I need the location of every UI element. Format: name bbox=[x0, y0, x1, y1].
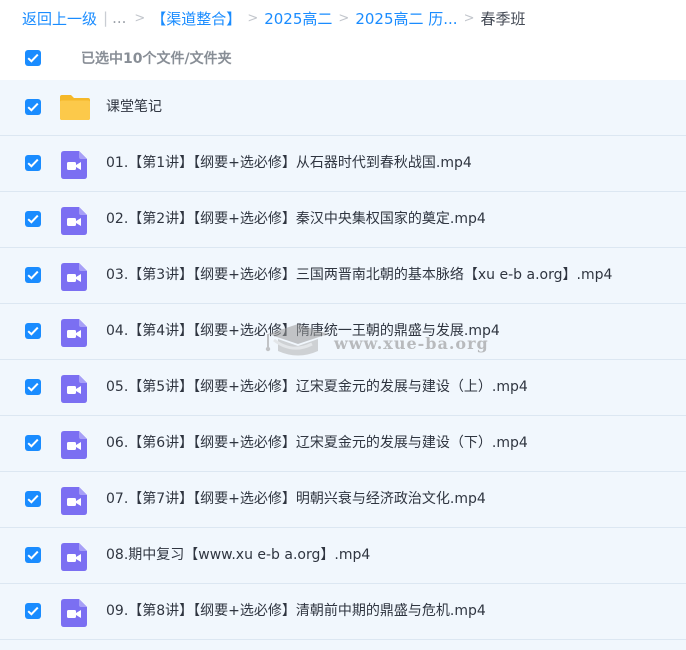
check-icon bbox=[27, 494, 39, 504]
breadcrumb-ellipsis[interactable]: ... bbox=[112, 9, 126, 27]
row-checkbox[interactable] bbox=[25, 491, 41, 507]
video-icon bbox=[59, 261, 91, 291]
breadcrumb-divider: | bbox=[103, 9, 109, 27]
chevron-right-icon: > bbox=[463, 10, 475, 26]
list-item-video[interactable]: 07.【第7讲】【纲要+选必修】明朝兴衰与经济政治文化.mp4 bbox=[0, 472, 686, 528]
folder-icon bbox=[59, 93, 91, 123]
list-item-video[interactable]: 05.【第5讲】【纲要+选必修】辽宋夏金元的发展与建设（上）.mp4 bbox=[0, 360, 686, 416]
file-name[interactable]: 02.【第2讲】【纲要+选必修】秦汉中央集权国家的奠定.mp4 bbox=[106, 192, 486, 247]
check-icon bbox=[27, 438, 39, 448]
check-icon bbox=[27, 550, 39, 560]
row-checkbox[interactable] bbox=[25, 547, 41, 563]
check-icon bbox=[27, 158, 39, 168]
file-list: 课堂笔记 01.【第1讲】【纲要+选必修】从石器时代到春秋战国.mp4 02.【… bbox=[0, 80, 686, 650]
video-icon bbox=[59, 149, 91, 179]
file-name[interactable]: 01.【第1讲】【纲要+选必修】从石器时代到春秋战国.mp4 bbox=[106, 136, 472, 191]
check-icon bbox=[27, 102, 39, 112]
file-name[interactable]: 03.【第3讲】【纲要+选必修】三国两晋南北朝的基本脉络【xu e-b a.or… bbox=[106, 248, 612, 303]
list-item-video[interactable]: 09.【第8讲】【纲要+选必修】清朝前中期的鼎盛与危机.mp4 bbox=[0, 584, 686, 640]
check-icon bbox=[27, 326, 39, 336]
back-link[interactable]: 返回上一级 bbox=[22, 8, 97, 29]
list-item-video[interactable]: 03.【第3讲】【纲要+选必修】三国两晋南北朝的基本脉络【xu e-b a.or… bbox=[0, 248, 686, 304]
row-checkbox[interactable] bbox=[25, 323, 41, 339]
breadcrumb: 返回上一级 | ... > 【渠道整合】 > 2025高二 > 2025高二 历… bbox=[0, 0, 686, 36]
list-item-folder[interactable]: 课堂笔记 bbox=[0, 80, 686, 136]
list-item-video[interactable]: 06.【第6讲】【纲要+选必修】辽宋夏金元的发展与建设（下）.mp4 bbox=[0, 416, 686, 472]
list-item-video[interactable]: 08.期中复习【www.xu e-b a.org】.mp4 bbox=[0, 528, 686, 584]
row-checkbox[interactable] bbox=[25, 99, 41, 115]
check-icon bbox=[27, 382, 39, 392]
list-item-video[interactable]: 04.【第4讲】【纲要+选必修】隋唐统一王朝的鼎盛与发展.mp4 bbox=[0, 304, 686, 360]
video-icon bbox=[59, 205, 91, 235]
check-icon bbox=[27, 606, 39, 616]
video-icon bbox=[59, 541, 91, 571]
check-icon bbox=[27, 270, 39, 280]
breadcrumb-current: 春季班 bbox=[480, 9, 526, 28]
breadcrumb-item-channel[interactable]: 【渠道整合】 bbox=[151, 8, 241, 29]
file-name[interactable]: 06.【第6讲】【纲要+选必修】辽宋夏金元的发展与建设（下）.mp4 bbox=[106, 416, 528, 471]
breadcrumb-item-history[interactable]: 2025高二 历... bbox=[355, 8, 457, 29]
row-checkbox[interactable] bbox=[25, 379, 41, 395]
video-icon bbox=[59, 317, 91, 347]
selection-count: 已选中10个文件/文件夹 bbox=[81, 51, 232, 67]
row-checkbox[interactable] bbox=[25, 435, 41, 451]
check-icon bbox=[27, 214, 39, 224]
row-checkbox[interactable] bbox=[25, 267, 41, 283]
list-item-video[interactable]: 01.【第1讲】【纲要+选必修】从石器时代到春秋战国.mp4 bbox=[0, 136, 686, 192]
chevron-right-icon: > bbox=[247, 10, 259, 26]
breadcrumb-item-grade[interactable]: 2025高二 bbox=[264, 8, 332, 29]
list-item-video[interactable]: 02.【第2讲】【纲要+选必修】秦汉中央集权国家的奠定.mp4 bbox=[0, 192, 686, 248]
video-icon bbox=[59, 429, 91, 459]
chevron-right-icon: > bbox=[134, 10, 146, 26]
file-name[interactable]: 05.【第5讲】【纲要+选必修】辽宋夏金元的发展与建设（上）.mp4 bbox=[106, 360, 528, 415]
chevron-right-icon: > bbox=[338, 10, 350, 26]
file-name[interactable]: 09.【第8讲】【纲要+选必修】清朝前中期的鼎盛与危机.mp4 bbox=[106, 584, 486, 639]
row-checkbox[interactable] bbox=[25, 603, 41, 619]
selection-header: 已选中10个文件/文件夹 bbox=[0, 36, 686, 80]
video-icon bbox=[59, 597, 91, 627]
file-name[interactable]: 课堂笔记 bbox=[106, 80, 162, 135]
row-checkbox[interactable] bbox=[25, 155, 41, 171]
file-browser-page: 返回上一级 | ... > 【渠道整合】 > 2025高二 > 2025高二 历… bbox=[0, 0, 686, 650]
check-icon bbox=[27, 53, 39, 63]
file-name[interactable]: 07.【第7讲】【纲要+选必修】明朝兴衰与经济政治文化.mp4 bbox=[106, 472, 486, 527]
select-all-checkbox[interactable] bbox=[25, 50, 41, 66]
video-icon bbox=[59, 373, 91, 403]
row-checkbox[interactable] bbox=[25, 211, 41, 227]
file-name[interactable]: 08.期中复习【www.xu e-b a.org】.mp4 bbox=[106, 528, 370, 583]
file-name[interactable]: 04.【第4讲】【纲要+选必修】隋唐统一王朝的鼎盛与发展.mp4 bbox=[106, 304, 500, 359]
video-icon bbox=[59, 485, 91, 515]
